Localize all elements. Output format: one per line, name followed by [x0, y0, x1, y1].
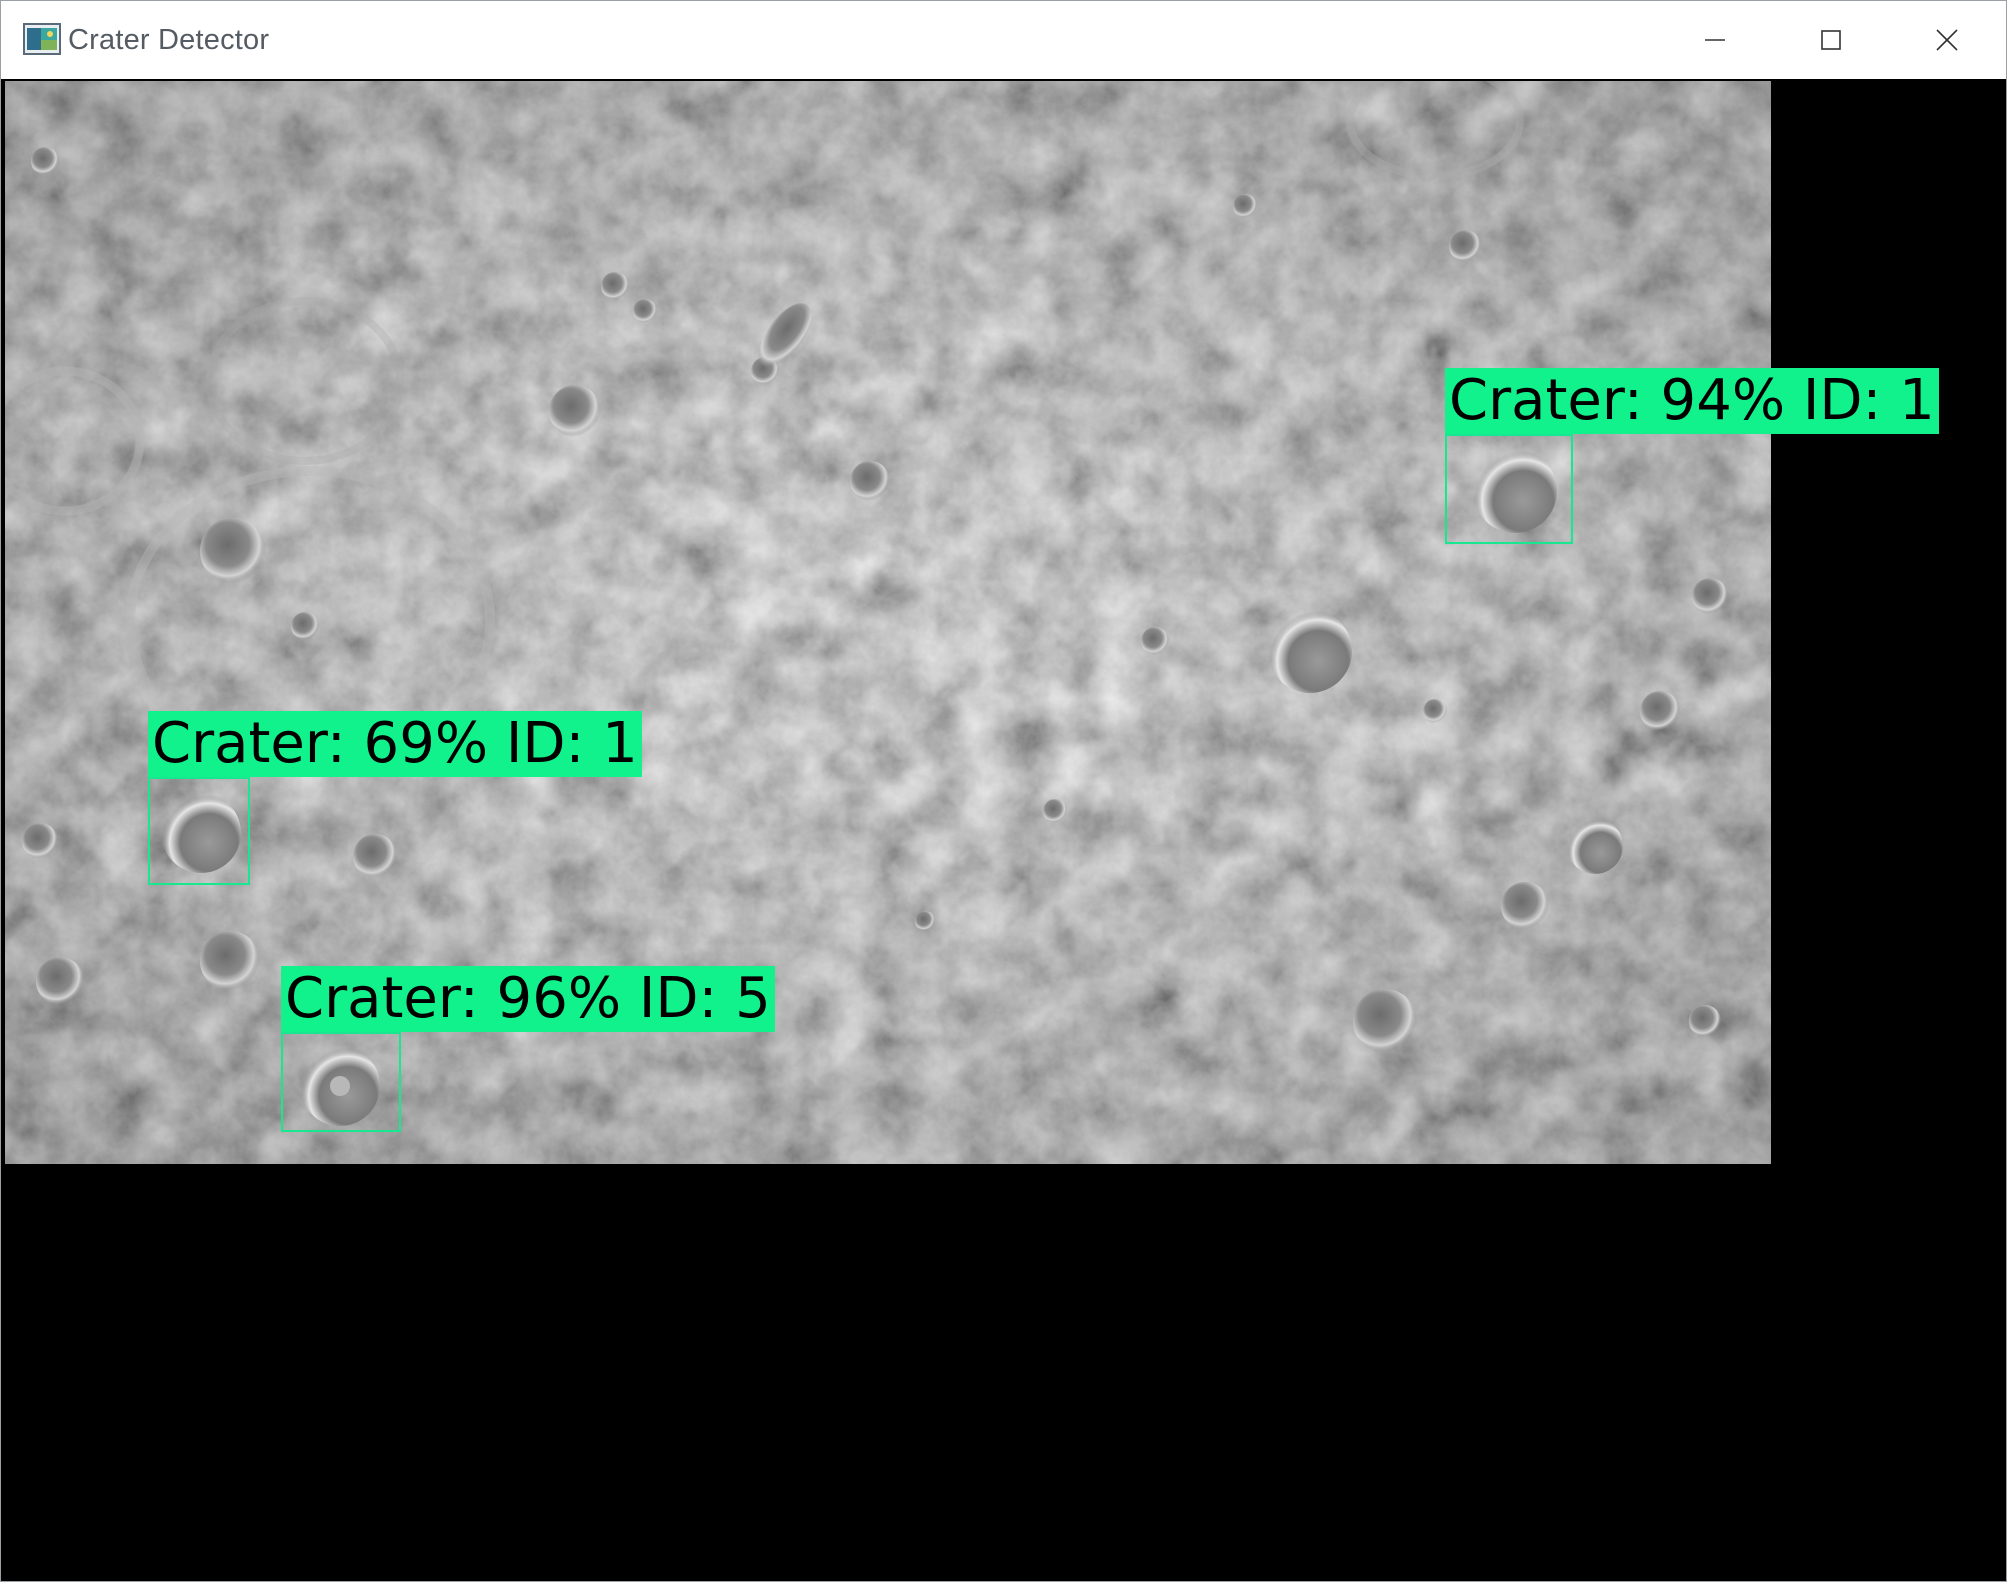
image-viewport: Crater: 94% ID: 1 Crater: 69% ID: 1 Crat…	[3, 79, 2006, 1581]
app-image-icon	[23, 23, 61, 55]
detection-box-1	[1445, 434, 1573, 544]
detection-box-2	[148, 777, 250, 885]
detection-label-2: Crater: 69% ID: 1	[148, 711, 642, 777]
close-icon	[1936, 29, 1958, 51]
minimize-button[interactable]	[1657, 1, 1773, 79]
minimize-icon	[1705, 39, 1725, 41]
detection-label-1: Crater: 94% ID: 1	[1445, 368, 1939, 434]
app-window: Crater Detector Crater: 94% ID: 1 Crater…	[0, 0, 2007, 1582]
maximize-button[interactable]	[1773, 1, 1889, 79]
detection-label-3: Crater: 96% ID: 5	[281, 966, 775, 1032]
close-button[interactable]	[1889, 1, 2005, 79]
window-title: Crater Detector	[68, 24, 270, 56]
title-bar[interactable]: Crater Detector	[1, 1, 2006, 79]
maximize-icon	[1821, 30, 1841, 50]
detection-box-3	[281, 1032, 401, 1132]
lunar-surface-image	[5, 81, 1771, 1164]
